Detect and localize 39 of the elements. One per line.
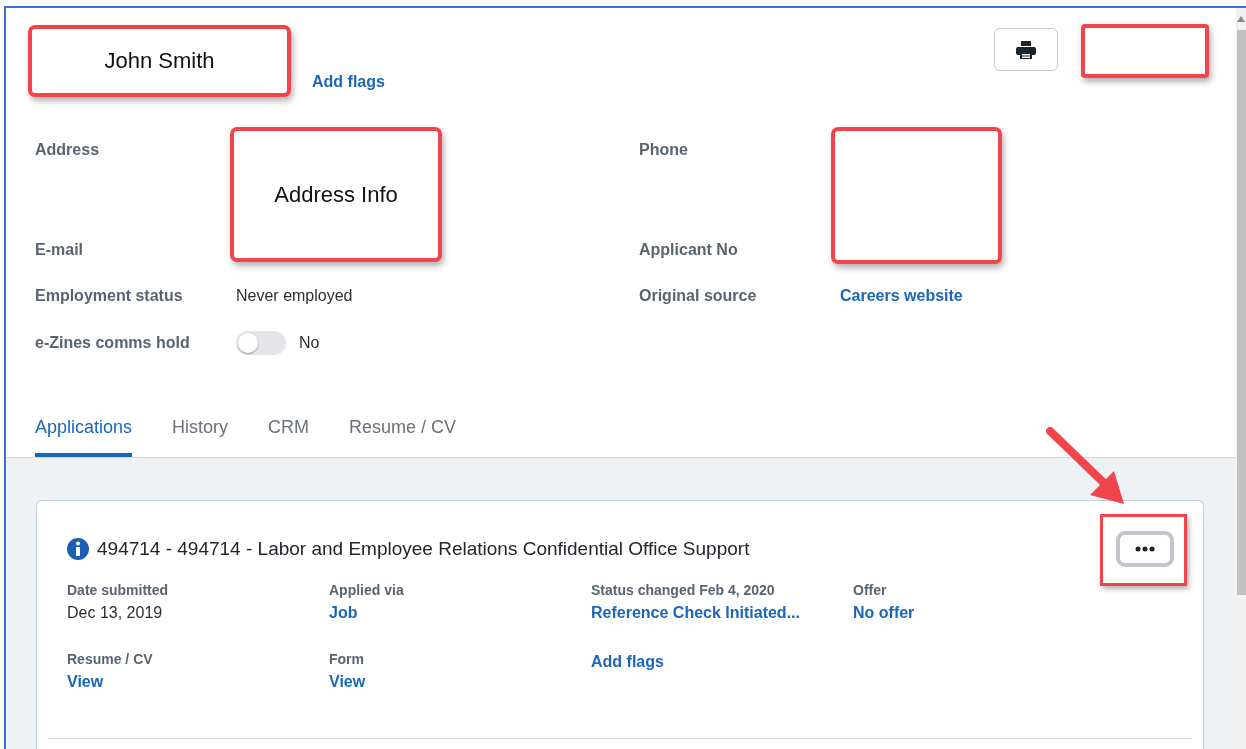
field-value: Never employed bbox=[236, 286, 354, 306]
field-link[interactable]: Add flags bbox=[591, 651, 664, 673]
field-link[interactable]: View bbox=[67, 671, 104, 693]
field-link[interactable]: Reference Check Initiated... bbox=[591, 602, 800, 624]
field-label: Phone bbox=[639, 140, 689, 160]
field-label: Applicant No bbox=[639, 240, 739, 260]
scrollbar[interactable] bbox=[1236, 8, 1246, 749]
print-button[interactable] bbox=[994, 28, 1058, 71]
more-icon bbox=[1135, 546, 1155, 552]
field-value: Dec 13, 2019 bbox=[67, 603, 163, 623]
application-title: 494714 - 494714 - Labor and Employee Relations Confidential Office Support bbox=[97, 538, 750, 560]
field-label: e-Zines comms hold bbox=[35, 333, 191, 353]
field-label: Original source bbox=[639, 286, 758, 306]
field-label: Date submitted bbox=[67, 582, 169, 598]
toggle-switch[interactable] bbox=[236, 331, 286, 355]
address-label-box: Address Info bbox=[230, 127, 442, 262]
field-label: Employment status bbox=[35, 286, 184, 306]
name-label-box: John Smith bbox=[28, 25, 291, 97]
info-icon bbox=[67, 538, 89, 560]
field-link[interactable]: View bbox=[329, 671, 366, 693]
toggle-value: No bbox=[299, 333, 320, 353]
tab[interactable]: CRM bbox=[268, 398, 310, 457]
field-label: Status changed Feb 4, 2020 bbox=[591, 582, 775, 598]
more-button[interactable] bbox=[1116, 531, 1174, 567]
print-icon bbox=[1016, 40, 1036, 59]
field-link[interactable]: Job bbox=[329, 602, 358, 624]
field-label: Resume / CV bbox=[67, 651, 153, 667]
field-label: Form bbox=[329, 651, 364, 667]
scrollbar-thumb[interactable] bbox=[1236, 30, 1246, 595]
scroll-up-icon[interactable] bbox=[1237, 16, 1245, 22]
tab[interactable]: History bbox=[172, 398, 229, 457]
tab[interactable]: Resume / CV bbox=[349, 398, 457, 457]
field-link[interactable]: No offer bbox=[853, 602, 915, 624]
field-label: Applied via bbox=[329, 582, 404, 598]
field-label: E-mail bbox=[35, 240, 84, 260]
source-link[interactable]: Careers website bbox=[840, 286, 963, 333]
field-label: Offer bbox=[853, 582, 887, 598]
add-flags-link[interactable]: Add flags bbox=[312, 73, 385, 91]
field-label: Address bbox=[35, 140, 101, 160]
